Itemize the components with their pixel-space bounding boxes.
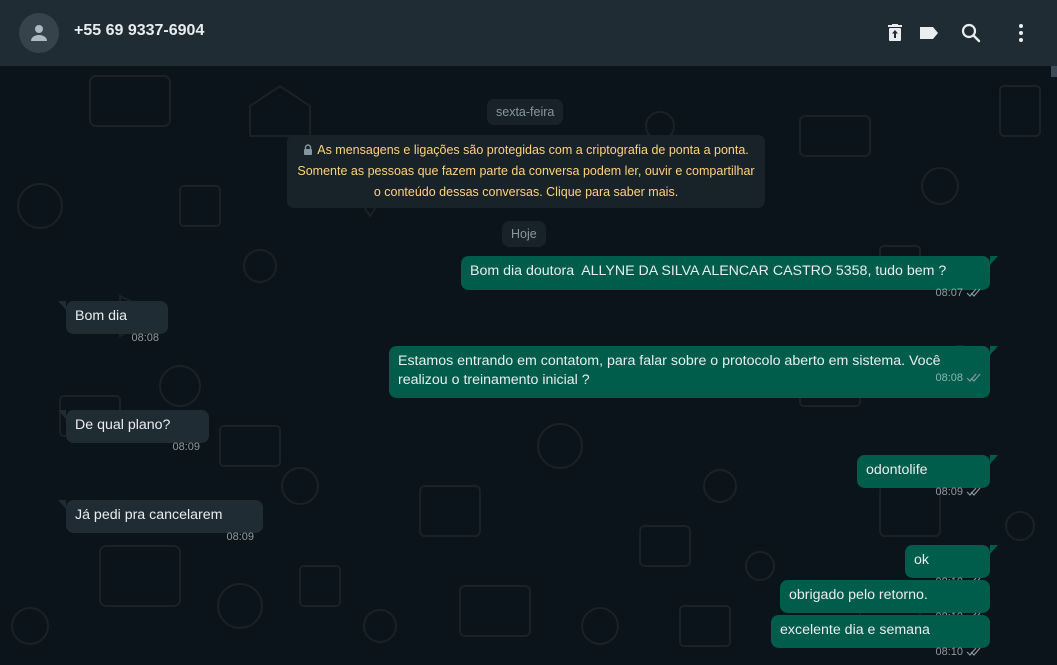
message-outgoing[interactable]: excelente dia e semana 08:10 (771, 615, 990, 658)
message-incoming[interactable]: De qual plano? 08:09 (58, 410, 209, 453)
message-meta: 08:08 (935, 371, 981, 386)
bubble-tail (58, 301, 66, 310)
message-incoming[interactable]: Já pedi pra cancelarem 08:09 (58, 500, 263, 543)
message-incoming[interactable]: Bom dia 08:08 (58, 301, 168, 344)
bubble-tail (58, 500, 66, 509)
default-user-icon (31, 25, 47, 41)
delivered-ticks-icon (966, 373, 981, 382)
message-time: 08:07 (935, 287, 963, 299)
encryption-notice-line: Somente as pessoas que fazem parte da co… (297, 164, 755, 178)
message-outgoing[interactable]: obrigado pelo retorno. 08:10 (780, 580, 990, 623)
contact-name[interactable]: +55 69 9337-6904 (74, 22, 204, 40)
message-meta: 08:08 (131, 331, 159, 346)
encryption-notice-line: As mensagens e ligações são protegidas c… (297, 140, 755, 161)
message-time: 08:08 (935, 372, 963, 384)
day-separator: sexta-feira (487, 99, 564, 125)
avatar[interactable] (19, 13, 59, 53)
delivered-ticks-icon (966, 647, 981, 656)
lock-icon (304, 144, 313, 155)
archive-clear-icon[interactable] (883, 21, 907, 45)
bubble-tail (990, 455, 998, 464)
message-time: 08:10 (935, 646, 963, 658)
message-text: Bom dia (75, 308, 128, 324)
message-text: De qual plano? (75, 417, 171, 433)
message-meta: 08:10 (935, 645, 981, 660)
message-text: Estamos entrando em contatom, para falar… (398, 353, 945, 388)
message-time: 08:09 (226, 531, 254, 543)
message-outgoing[interactable]: Estamos entrando em contatom, para falar… (389, 346, 998, 398)
bubble-tail (990, 545, 998, 554)
chat-header: +55 69 9337-6904 (0, 0, 1057, 66)
scrollbar-thumb[interactable] (1051, 66, 1057, 77)
message-time: 08:08 (131, 332, 159, 344)
message-time: 08:09 (935, 486, 963, 498)
bubble-tail (990, 256, 998, 265)
delivered-ticks-icon (966, 487, 981, 496)
menu-icon[interactable] (1009, 21, 1033, 45)
message-meta: 08:09 (226, 530, 254, 545)
message-outgoing[interactable]: ok 08:10 (905, 545, 998, 588)
search-icon[interactable] (959, 21, 983, 45)
day-separator: Hoje (502, 221, 546, 247)
message-text: excelente dia e semana (780, 622, 930, 638)
delivered-ticks-icon (966, 288, 981, 297)
message-text: Já pedi pra cancelarem (75, 507, 223, 523)
message-text: odontolife (866, 462, 928, 478)
bubble-tail (990, 346, 998, 355)
scrollbar-track[interactable] (1051, 66, 1057, 665)
message-text: Bom dia doutora ALLYNE DA SILVA ALENCAR … (470, 263, 947, 279)
message-meta: 08:07 (935, 286, 981, 301)
encryption-notice-line: o conteúdo dessas conversas. Clique para… (373, 185, 679, 199)
message-text: obrigado pelo retorno. (789, 587, 928, 603)
message-outgoing[interactable]: Bom dia doutora ALLYNE DA SILVA ALENCAR … (461, 256, 998, 299)
message-meta: 08:09 (935, 485, 981, 500)
message-time: 08:09 (172, 441, 200, 453)
label-icon[interactable] (917, 21, 941, 45)
whatsapp-chat-window: +55 69 9337-6904 sexta-feira As mensagen… (0, 0, 1057, 665)
bubble-tail (58, 410, 66, 419)
encryption-notice[interactable]: As mensagens e ligações são protegidas c… (287, 135, 765, 208)
message-meta: 08:09 (172, 440, 200, 455)
message-text: ok (914, 552, 929, 568)
message-outgoing[interactable]: odontolife 08:09 (857, 455, 998, 498)
